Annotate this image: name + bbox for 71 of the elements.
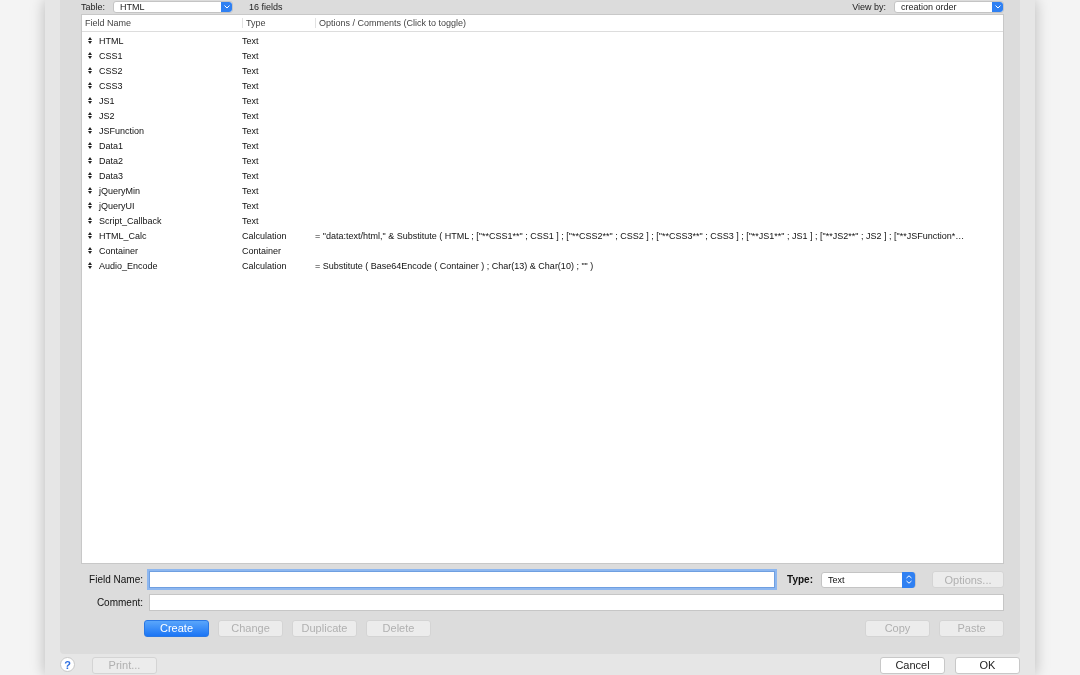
sort-handle-icon[interactable] xyxy=(88,142,92,149)
column-header[interactable]: Options / Comments (Click to toggle) xyxy=(315,18,1003,28)
sort-handle-icon[interactable] xyxy=(88,187,92,194)
field-type: Text xyxy=(242,125,260,136)
view-by-dropdown[interactable]: creation order xyxy=(894,0,1004,13)
column-header[interactable]: Field Name xyxy=(82,18,242,28)
field-name: CSS2 xyxy=(99,65,123,76)
field-name: HTML_Calc xyxy=(99,230,147,241)
field-type: Text xyxy=(242,140,260,151)
field-type: Calculation xyxy=(242,230,288,241)
field-type: Text xyxy=(242,215,260,226)
type-dropdown[interactable]: Text xyxy=(821,571,916,588)
field-options: = "data:text/html," & Substitute ( HTML ; ["**CSS1**" ; CSS1 ] ; ["**CSS2**" ; CSS2 ] ; ["**CSS3**" ; CSS3 ] ; ["**JS1**" ; JS1 ] ; ["**JS2**" ; JS2 ] ; ["**JSFunction*… xyxy=(315,230,965,241)
field-name: jQueryUI xyxy=(99,200,135,211)
field-type: Text xyxy=(242,200,260,211)
table-dropdown[interactable]: HTML xyxy=(113,0,234,13)
field-name: jQueryMin xyxy=(99,185,140,196)
field-type: Text xyxy=(242,95,260,106)
sort-handle-icon[interactable] xyxy=(88,97,92,104)
chevron-down-icon xyxy=(994,4,1001,9)
field-name-label: Field Name: xyxy=(88,574,143,585)
field-type: Text xyxy=(242,185,260,196)
field-type: Text xyxy=(242,50,260,61)
column-header[interactable]: Type xyxy=(242,18,315,28)
field-name-input[interactable] xyxy=(149,571,776,588)
field-name: JSFunction xyxy=(99,125,145,136)
field-name: Container xyxy=(99,245,139,256)
ok-button[interactable]: OK xyxy=(955,656,1020,674)
field-type: Text xyxy=(242,170,260,181)
field-type: Text xyxy=(242,65,260,76)
field-options: = Substitute ( Base64Encode ( Container ) ; Char(13) & Char(10) ; "" ) xyxy=(315,260,594,271)
field-count: 16 fields xyxy=(249,1,283,12)
chevron-down-icon xyxy=(223,4,230,9)
field-name: Data2 xyxy=(99,155,124,166)
field-type: Container xyxy=(242,245,283,256)
comment-input[interactable] xyxy=(149,594,1004,611)
sort-handle-icon[interactable] xyxy=(88,202,92,209)
field-name: HTML xyxy=(99,35,124,46)
sort-handle-icon[interactable] xyxy=(88,247,92,254)
up-down-chevron-icon xyxy=(905,575,912,584)
sort-handle-icon[interactable] xyxy=(88,67,92,74)
field-name: Data1 xyxy=(99,140,124,151)
table-label: Table: xyxy=(81,1,106,12)
type-label: Type: xyxy=(787,574,813,585)
sort-handle-icon[interactable] xyxy=(88,82,92,89)
cancel-button[interactable]: Cancel xyxy=(880,656,945,674)
field-type: Text xyxy=(242,155,260,166)
sort-handle-icon[interactable] xyxy=(88,157,92,164)
field-name: Data3 xyxy=(99,170,124,181)
sort-handle-icon[interactable] xyxy=(88,37,92,44)
field-name: JS2 xyxy=(99,110,115,121)
sort-handle-icon[interactable] xyxy=(88,262,92,269)
sort-handle-icon[interactable] xyxy=(88,217,92,224)
field-name: CSS3 xyxy=(99,80,123,91)
field-name: Script_Callback xyxy=(99,215,162,226)
sort-handle-icon[interactable] xyxy=(88,232,92,239)
sort-handle-icon[interactable] xyxy=(88,172,92,179)
comment-label: Comment: xyxy=(95,597,143,608)
sort-handle-icon[interactable] xyxy=(88,52,92,59)
sort-handle-icon[interactable] xyxy=(88,112,92,119)
create-button[interactable]: Create xyxy=(144,619,209,637)
field-type: Text xyxy=(242,80,260,91)
field-type: Text xyxy=(242,110,260,121)
field-name: JS1 xyxy=(99,95,115,106)
sort-handle-icon[interactable] xyxy=(88,127,92,134)
field-name: Audio_Encode xyxy=(99,260,158,271)
view-by-label: View by: xyxy=(852,1,886,12)
field-type: Text xyxy=(242,35,260,46)
field-name: CSS1 xyxy=(99,50,123,61)
field-type: Calculation xyxy=(242,260,288,271)
help-button[interactable]: ? xyxy=(60,657,75,672)
